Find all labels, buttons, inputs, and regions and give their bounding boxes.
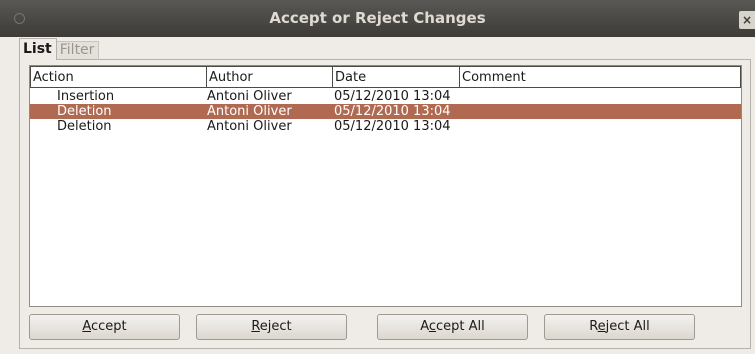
cell-date: 05/12/2010 13:04 bbox=[334, 104, 451, 119]
accept-label: ccept bbox=[91, 319, 127, 334]
cell-date: 05/12/2010 13:04 bbox=[334, 119, 451, 134]
accept-all-pre: A bbox=[420, 319, 429, 334]
tab-bar: List Filter bbox=[19, 38, 100, 60]
table-row[interactable]: Deletion Antoni Oliver 05/12/2010 13:04 bbox=[30, 119, 741, 134]
title-bar[interactable]: Accept or Reject Changes × bbox=[0, 0, 755, 37]
cell-author: Antoni Oliver bbox=[207, 89, 292, 104]
cell-action: Insertion bbox=[57, 89, 115, 104]
accept-all-label: cept All bbox=[436, 319, 485, 334]
accept-button[interactable]: Accept bbox=[29, 314, 180, 340]
window-title: Accept or Reject Changes bbox=[269, 9, 486, 27]
reject-all-mnemonic: e bbox=[597, 319, 606, 334]
reject-all-pre: R bbox=[589, 319, 598, 334]
cell-action: Deletion bbox=[57, 104, 112, 119]
cell-author: Antoni Oliver bbox=[207, 104, 292, 119]
column-header-date[interactable]: Date bbox=[333, 66, 460, 87]
accept-all-button[interactable]: Accept All bbox=[377, 314, 528, 340]
reject-all-button[interactable]: Reject All bbox=[544, 314, 695, 340]
list-header: Action Author Date Comment bbox=[30, 66, 741, 88]
tab-filter[interactable]: Filter bbox=[56, 41, 100, 60]
cell-action: Deletion bbox=[57, 119, 112, 134]
cell-author: Antoni Oliver bbox=[207, 119, 292, 134]
reject-mnemonic: R bbox=[251, 319, 260, 334]
column-header-author[interactable]: Author bbox=[207, 66, 333, 87]
cell-date: 05/12/2010 13:04 bbox=[334, 89, 451, 104]
table-row[interactable]: Insertion Antoni Oliver 05/12/2010 13:04 bbox=[30, 89, 741, 104]
reject-button[interactable]: Reject bbox=[196, 314, 347, 340]
reject-label: eject bbox=[259, 319, 292, 334]
column-header-action[interactable]: Action bbox=[30, 66, 207, 87]
accept-all-mnemonic: c bbox=[428, 319, 437, 334]
dialog-window: Accept or Reject Changes × List Filter A… bbox=[0, 0, 755, 354]
reject-all-label: ject All bbox=[605, 319, 650, 334]
accept-mnemonic: A bbox=[82, 319, 91, 334]
table-row-selected[interactable]: Deletion Antoni Oliver 05/12/2010 13:04 bbox=[30, 104, 741, 119]
close-icon[interactable]: × bbox=[739, 11, 755, 29]
tab-list[interactable]: List bbox=[19, 38, 57, 60]
changes-list[interactable]: Action Author Date Comment Insertion Ant… bbox=[29, 65, 742, 307]
column-header-comment[interactable]: Comment bbox=[460, 66, 741, 87]
